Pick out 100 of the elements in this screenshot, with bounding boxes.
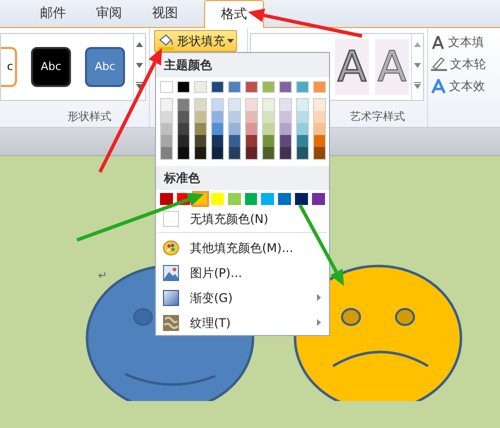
ribbon-tab[interactable]: 邮件 xyxy=(30,1,76,27)
color-swatch[interactable] xyxy=(160,81,173,93)
color-swatch[interactable] xyxy=(280,99,291,111)
menu-item[interactable]: 其他填充颜色(M)... xyxy=(156,235,329,260)
color-swatch[interactable] xyxy=(244,193,258,205)
color-swatch[interactable] xyxy=(297,99,308,111)
menu-item[interactable]: 渐变(G) xyxy=(156,285,329,310)
shape-fill-button[interactable]: 形状填充 xyxy=(154,30,237,52)
color-swatch[interactable] xyxy=(195,123,206,135)
scroll-down-icon[interactable] xyxy=(136,63,143,68)
group-label: 艺术字样式 xyxy=(350,108,405,124)
color-swatch[interactable] xyxy=(278,193,292,205)
color-swatch[interactable] xyxy=(210,193,224,205)
color-swatch[interactable] xyxy=(280,123,291,135)
color-swatch[interactable] xyxy=(263,99,274,111)
color-swatch[interactable] xyxy=(314,135,325,147)
color-swatch[interactable] xyxy=(246,147,257,159)
scroll-down-icon[interactable] xyxy=(414,63,421,68)
expand-icon[interactable] xyxy=(136,82,143,89)
color-swatch[interactable] xyxy=(211,81,224,93)
color-swatch[interactable] xyxy=(263,147,274,159)
color-swatch[interactable] xyxy=(229,123,240,135)
color-swatch[interactable] xyxy=(195,111,206,123)
color-swatch[interactable] xyxy=(178,147,189,159)
menu-section-title: 标准色 xyxy=(156,166,329,190)
color-swatch[interactable] xyxy=(212,123,223,135)
color-swatch[interactable] xyxy=(297,123,308,135)
color-swatch[interactable] xyxy=(245,81,258,93)
color-swatch[interactable] xyxy=(312,193,326,205)
color-swatch[interactable] xyxy=(178,123,189,135)
color-swatch[interactable] xyxy=(229,99,240,111)
color-swatch[interactable] xyxy=(263,111,274,123)
texture-icon xyxy=(163,314,179,330)
color-swatch[interactable] xyxy=(212,111,223,123)
shape-style-preview[interactable]: c xyxy=(1,47,17,87)
shape-style-preview[interactable]: Abc xyxy=(85,47,125,87)
color-swatch[interactable] xyxy=(261,193,274,205)
color-swatch[interactable] xyxy=(161,111,172,123)
ribbon-tab[interactable]: 格式 xyxy=(204,0,264,28)
dropdown-caret-icon xyxy=(227,39,234,43)
ribbon-tab[interactable]: 审阅 xyxy=(86,1,132,27)
color-swatch[interactable] xyxy=(177,81,190,93)
color-swatch[interactable] xyxy=(280,135,291,147)
gradient-icon xyxy=(163,290,179,306)
color-swatch[interactable] xyxy=(295,193,308,205)
color-swatch[interactable] xyxy=(246,135,257,147)
color-swatch[interactable] xyxy=(314,111,325,123)
menu-item[interactable]: 图片(P)... xyxy=(156,260,329,285)
color-swatch[interactable] xyxy=(195,135,206,147)
color-swatch[interactable] xyxy=(297,135,308,147)
color-swatch[interactable] xyxy=(161,135,172,147)
text-command-button[interactable]: 文本效 xyxy=(431,76,500,96)
palette-icon xyxy=(163,240,179,256)
color-swatch[interactable] xyxy=(161,123,172,135)
text-command-button[interactable]: 文本轮 xyxy=(431,54,500,74)
color-swatch[interactable] xyxy=(314,123,325,135)
color-swatch[interactable] xyxy=(229,135,240,147)
color-swatch[interactable] xyxy=(178,135,189,147)
scroll-up-icon[interactable] xyxy=(136,42,143,47)
color-swatch[interactable] xyxy=(296,81,309,93)
color-swatch[interactable] xyxy=(160,193,173,205)
no-fill-menu-item[interactable]: 无填充颜色(N) xyxy=(156,208,329,230)
color-swatch[interactable] xyxy=(263,123,274,135)
color-swatch[interactable] xyxy=(228,193,241,205)
color-swatch[interactable] xyxy=(212,135,223,147)
color-swatch[interactable] xyxy=(297,111,308,123)
paragraph-mark: ↵ xyxy=(98,268,108,284)
color-swatch[interactable] xyxy=(280,147,291,159)
ribbon-tab[interactable]: 视图 xyxy=(142,1,188,27)
expand-icon[interactable] xyxy=(414,82,421,89)
color-swatch[interactable] xyxy=(279,81,292,93)
color-swatch[interactable] xyxy=(178,99,189,111)
color-swatch[interactable] xyxy=(246,111,257,123)
color-swatch[interactable] xyxy=(314,147,325,159)
picture-icon xyxy=(163,264,179,280)
color-swatch[interactable] xyxy=(280,111,291,123)
menu-item[interactable]: 纹理(T) xyxy=(156,310,329,335)
color-swatch[interactable] xyxy=(212,99,223,111)
color-swatch[interactable] xyxy=(194,81,207,93)
color-swatch[interactable] xyxy=(263,135,274,147)
color-swatch[interactable] xyxy=(314,99,325,111)
color-swatch[interactable] xyxy=(262,81,275,93)
letter-a-icon xyxy=(431,35,445,49)
empty-swatch-icon xyxy=(163,211,179,227)
color-swatch[interactable] xyxy=(297,147,308,159)
color-swatch[interactable] xyxy=(161,147,172,159)
color-swatch[interactable] xyxy=(229,147,240,159)
group-label: 形状样式 xyxy=(66,108,112,124)
color-swatch[interactable] xyxy=(195,99,206,111)
color-swatch[interactable] xyxy=(161,99,172,111)
text-command-button[interactable]: 文本填 xyxy=(431,32,500,52)
color-swatch[interactable] xyxy=(313,81,326,93)
color-swatch[interactable] xyxy=(246,123,257,135)
color-swatch[interactable] xyxy=(195,147,206,159)
shape-style-preview[interactable]: Abc xyxy=(31,47,71,87)
color-swatch[interactable] xyxy=(212,147,223,159)
color-swatch[interactable] xyxy=(178,111,189,123)
color-swatch[interactable] xyxy=(246,99,257,111)
color-swatch[interactable] xyxy=(228,81,241,93)
color-swatch[interactable] xyxy=(229,111,240,123)
